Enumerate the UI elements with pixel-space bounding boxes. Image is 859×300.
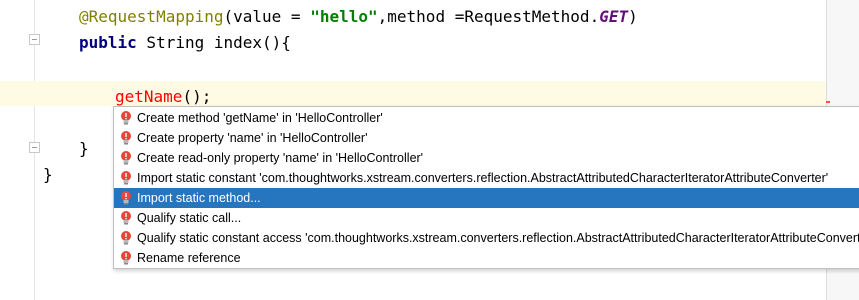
quick-fix-item[interactable]: Qualify static call... bbox=[114, 208, 859, 228]
error-lightbulb-icon bbox=[120, 131, 132, 145]
error-lightbulb-icon bbox=[120, 231, 132, 245]
code-line[interactable]: public String index(){ bbox=[0, 30, 826, 56]
error-lightbulb-icon bbox=[120, 171, 132, 185]
quick-fix-item[interactable]: Create read-only property 'name' in 'Hel… bbox=[114, 148, 859, 168]
quick-fix-label: Import static constant 'com.thoughtworks… bbox=[137, 171, 829, 185]
keyword-token: public bbox=[79, 33, 137, 52]
quick-fix-label: Create read-only property 'name' in 'Hel… bbox=[137, 151, 424, 165]
code-token: ,method =RequestMethod. bbox=[377, 7, 600, 26]
quick-fix-item[interactable]: Import static method... bbox=[114, 188, 859, 208]
quick-fix-item[interactable]: Import static constant 'com.thoughtworks… bbox=[114, 168, 859, 188]
brace-token: } bbox=[43, 165, 53, 184]
quick-fix-label: Import static method... bbox=[137, 191, 261, 205]
quick-fix-label: Qualify static constant access 'com.thou… bbox=[137, 231, 859, 245]
code-token: (value = bbox=[223, 7, 311, 26]
error-stripe-marker[interactable] bbox=[826, 101, 830, 103]
quick-fix-item[interactable]: Qualify static constant access 'com.thou… bbox=[114, 228, 859, 248]
quick-fix-item[interactable]: Rename reference bbox=[114, 248, 859, 268]
quick-fix-item[interactable]: Create property 'name' in 'HelloControll… bbox=[114, 128, 859, 148]
quick-fix-label: Create property 'name' in 'HelloControll… bbox=[137, 131, 368, 145]
string-token: "hello" bbox=[310, 7, 378, 26]
annotation-token: @RequestMapping bbox=[79, 7, 224, 26]
error-lightbulb-icon bbox=[120, 111, 132, 125]
quick-fix-item[interactable]: Create method 'getName' in 'HelloControl… bbox=[114, 108, 859, 128]
code-line[interactable]: @RequestMapping(value = "hello",method =… bbox=[0, 4, 826, 30]
error-lightbulb-icon bbox=[120, 211, 132, 225]
quick-fix-label: Qualify static call... bbox=[137, 211, 242, 225]
code-token: String index(){ bbox=[136, 33, 291, 52]
code-token: ) bbox=[628, 7, 638, 26]
error-lightbulb-icon bbox=[120, 191, 132, 205]
error-lightbulb-icon bbox=[120, 151, 132, 165]
quick-fix-label: Rename reference bbox=[137, 251, 241, 265]
brace-token: } bbox=[79, 139, 89, 158]
error-lightbulb-icon bbox=[120, 251, 132, 265]
quick-fix-popup[interactable]: Create method 'getName' in 'HelloControl… bbox=[113, 106, 859, 269]
error-token[interactable]: getName bbox=[115, 87, 182, 106]
code-token: (); bbox=[182, 87, 212, 106]
quick-fix-label: Create method 'getName' in 'HelloControl… bbox=[137, 111, 383, 125]
constant-token: GET bbox=[599, 7, 629, 26]
